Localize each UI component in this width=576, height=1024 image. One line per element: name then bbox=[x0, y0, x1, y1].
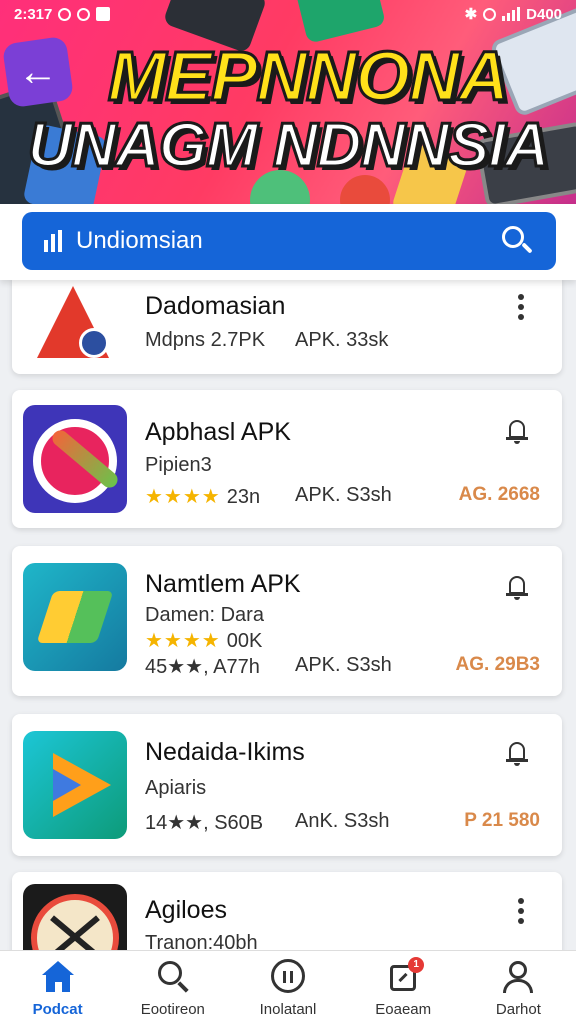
notification-badge: 1 bbox=[408, 957, 425, 973]
banner-title-line2: UNAGM NDNNSIA bbox=[26, 110, 551, 182]
star-rating-icon: ★★★★ bbox=[145, 630, 221, 652]
app-name: Nedaida-Ikims bbox=[145, 738, 305, 766]
nav-label: Inolatanl bbox=[259, 1001, 317, 1018]
wifi-icon bbox=[483, 7, 497, 21]
more-vert-icon[interactable] bbox=[518, 898, 524, 928]
nav-label: Eootireon bbox=[140, 1001, 205, 1018]
app-price: P 21 580 bbox=[464, 810, 540, 831]
nav-item-account[interactable]: Darhot bbox=[461, 951, 576, 1024]
nav-label: Podcat bbox=[32, 1001, 83, 1018]
app-developer: Damen: Dara bbox=[145, 604, 264, 626]
app-list: Dadomasian Mdpns 2.7PK APK. 33sk Apbhasl… bbox=[0, 280, 576, 950]
bottom-navigation: Podcat Eootireon Inolatanl 1 Eoaeam Darh… bbox=[0, 950, 576, 1024]
status-bar: 2:317 ✱ D400 bbox=[0, 0, 576, 28]
search-section bbox=[0, 204, 576, 280]
status-time: 2:317 bbox=[14, 5, 53, 23]
nav-item-home[interactable]: Podcat bbox=[0, 951, 115, 1024]
app-size: APK. S3sh bbox=[295, 654, 392, 676]
app-card[interactable]: Namtlem APK Damen: Dara ★★★★ 00K 45★★, A7… bbox=[12, 546, 562, 696]
promo-banner: 2:317 ✱ D400 ← MEPNNONA UNAGM NDNNSIA bbox=[0, 0, 576, 204]
battery-label: D400 bbox=[526, 5, 562, 23]
app-name: Apbhasl APK bbox=[145, 418, 291, 446]
app-reviews: 45★★, A77h bbox=[145, 656, 260, 678]
sync-icon bbox=[77, 7, 91, 21]
app-card[interactable]: Dadomasian Mdpns 2.7PK APK. 33sk bbox=[12, 280, 562, 374]
bell-icon[interactable] bbox=[506, 574, 528, 600]
app-price: AG. 2668 bbox=[458, 484, 540, 505]
app-card[interactable]: Nedaida-Ikims Apiaris 14★★, S60B AnK. S3… bbox=[12, 714, 562, 856]
home-icon bbox=[41, 961, 75, 993]
nav-item-library[interactable]: Inolatanl bbox=[230, 951, 345, 1024]
bell-icon[interactable] bbox=[506, 418, 528, 444]
nav-label: Darhot bbox=[495, 1001, 541, 1018]
app-developer: Apiaris bbox=[145, 777, 207, 799]
app-meta: Tranon:40bh bbox=[145, 932, 258, 950]
banner-title-line1: MEPNNONA bbox=[106, 36, 510, 117]
app-icon bbox=[23, 563, 127, 671]
app-size: APK. S3sh bbox=[295, 484, 392, 506]
updates-icon: 1 bbox=[386, 957, 425, 993]
search-input[interactable] bbox=[76, 227, 500, 255]
search-icon[interactable] bbox=[500, 224, 534, 258]
app-rating: ★★★★ 00K bbox=[145, 630, 263, 652]
star-rating-icon: ★★★★ bbox=[145, 486, 221, 508]
app-name: Dadomasian bbox=[145, 292, 286, 320]
library-icon bbox=[271, 959, 305, 993]
account-icon bbox=[501, 961, 535, 993]
app-name: Namtlem APK bbox=[145, 570, 301, 598]
app-size: APK. 33sk bbox=[295, 329, 389, 351]
nav-item-search[interactable]: Eootireon bbox=[115, 951, 230, 1024]
nav-label: Eoaeam bbox=[375, 1001, 432, 1018]
app-icon bbox=[23, 280, 127, 360]
app-rating: ★★★★ 23n bbox=[145, 486, 261, 508]
search-bar[interactable] bbox=[22, 212, 556, 270]
app-developer: Pipien3 bbox=[145, 454, 212, 476]
app-icon bbox=[23, 884, 127, 950]
app-name: Agiloes bbox=[145, 896, 227, 924]
app-card[interactable]: Agiloes Tranon:40bh bbox=[12, 872, 562, 950]
arrow-left-icon: ← bbox=[18, 50, 58, 94]
notification-icon bbox=[58, 7, 72, 21]
bluetooth-icon: ✱ bbox=[464, 6, 478, 23]
app-card[interactable]: Apbhasl APK Pipien3 ★★★★ 23n APK. S3sh AG… bbox=[12, 390, 562, 528]
app-icon bbox=[23, 405, 127, 513]
nav-item-updates[interactable]: 1 Eoaeam bbox=[346, 951, 461, 1024]
bell-icon[interactable] bbox=[506, 740, 528, 766]
app-meta: Mdpns 2.7PK bbox=[145, 329, 266, 351]
bars-icon bbox=[44, 230, 62, 252]
signal-icon bbox=[502, 7, 521, 21]
app-icon bbox=[23, 731, 127, 839]
app-size: AnK. S3sh bbox=[295, 810, 390, 832]
image-icon bbox=[96, 7, 111, 21]
app-reviews: 14★★, S60B bbox=[145, 812, 264, 834]
back-button[interactable]: ← bbox=[1, 35, 75, 109]
more-vert-icon[interactable] bbox=[518, 294, 524, 324]
search-icon bbox=[156, 961, 190, 993]
app-price: AG. 29B3 bbox=[455, 654, 540, 675]
